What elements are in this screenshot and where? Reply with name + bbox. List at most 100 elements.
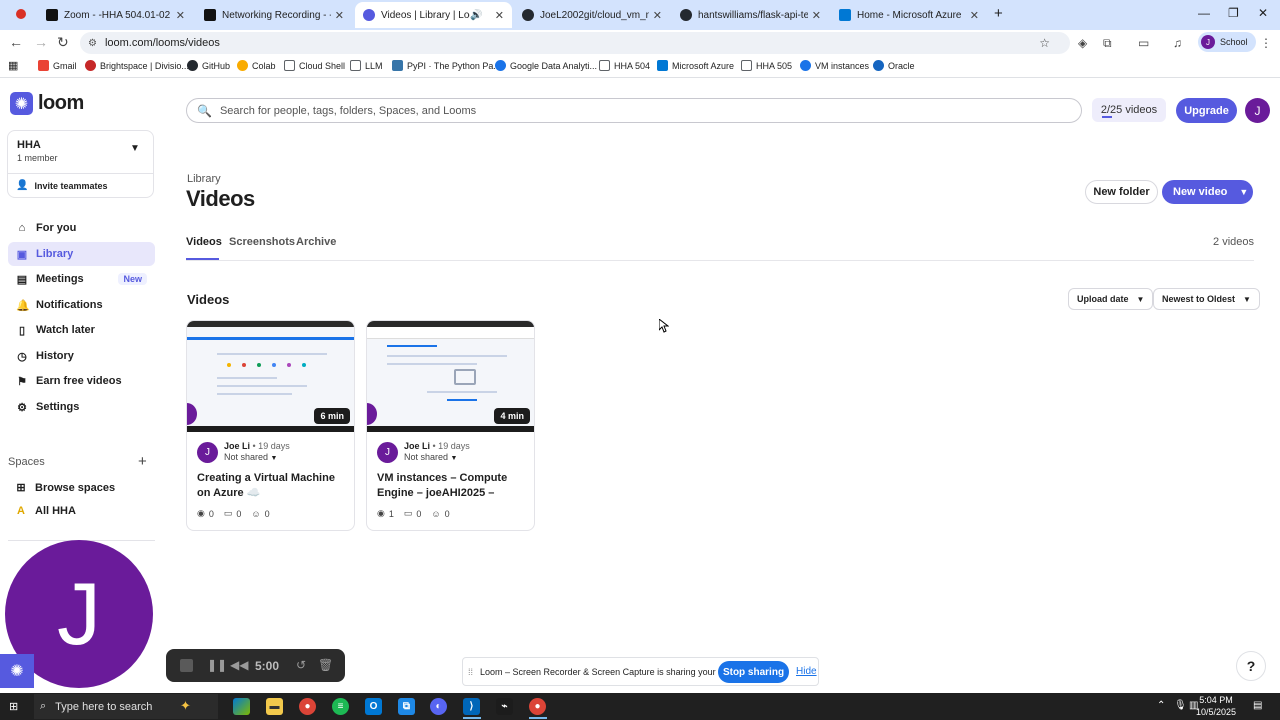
chevron-down-icon[interactable]: ▼ <box>130 143 140 154</box>
add-space-icon[interactable]: + <box>138 453 147 470</box>
spotify-icon[interactable]: ≡ <box>332 698 349 715</box>
hide-link[interactable]: Hide <box>796 666 817 677</box>
kebab-menu-icon[interactable]: ⋮ <box>1260 36 1272 50</box>
rewind-icon[interactable]: ◀◀ <box>230 658 248 672</box>
workspace-switcher[interactable]: HHA 1 member ▼ 👤 Invite teammates <box>7 130 154 198</box>
video-thumbnail[interactable]: 6 min <box>187 321 354 432</box>
tab-videos[interactable]: Videos <box>186 236 222 248</box>
sort-order-dropdown[interactable]: Newest to Oldest ▼ <box>1153 288 1260 310</box>
invite-teammates-button[interactable]: 👤 Invite teammates <box>16 180 108 191</box>
bookmark-hha505[interactable]: HHA 505 <box>741 60 792 71</box>
tab-azure-home[interactable]: Home - Microsoft Azure ✕ <box>831 2 987 28</box>
outlook-icon[interactable]: O <box>365 698 382 715</box>
sharing-status-dropdown[interactable]: Not shared ▼ <box>224 452 290 464</box>
avatar[interactable]: J <box>197 442 218 463</box>
sidebar-item-notifications[interactable]: 🔔 Notifications <box>8 293 155 317</box>
video-title[interactable]: VM instances – Compute Engine – joeAHI20… <box>377 471 529 501</box>
speaker-icon[interactable]: 🔊 <box>470 10 482 21</box>
sidebar-item-library[interactable]: ▣ Library <box>8 242 155 266</box>
tab-github-cloud-vm[interactable]: JoeL2002git/cloud_vm_network ✕ <box>514 2 670 28</box>
site-info-icon[interactable]: ⚙ <box>88 38 97 49</box>
stop-sharing-button[interactable]: Stop sharing <box>718 661 789 683</box>
minimize-icon[interactable]: — <box>1198 6 1210 20</box>
back-icon[interactable]: ← <box>9 34 23 50</box>
media-control-icon[interactable]: ♫ <box>1173 36 1182 50</box>
bookmark-colab[interactable]: Colab <box>237 60 276 71</box>
bookmark-pypi[interactable]: PyPI · The Python Pa... <box>392 60 501 71</box>
cast-icon[interactable]: ▭ <box>1138 36 1149 50</box>
reload-icon[interactable]: ↻ <box>57 34 69 51</box>
restore-icon[interactable]: ❐ <box>1228 6 1239 20</box>
restart-icon[interactable]: ↺ <box>296 658 306 672</box>
tab-loom-videos[interactable]: Videos | Library | Loom 🔊 ✕ <box>355 2 512 28</box>
terminal-icon[interactable]: ⌁ <box>496 698 513 715</box>
sidebar-item-earn-free-videos[interactable]: ⚑ Earn free videos <box>8 369 155 393</box>
bookmark-google-data-analytics[interactable]: Google Data Analyti... <box>495 60 597 71</box>
video-thumbnail[interactable]: 4 min <box>367 321 534 432</box>
omnibox[interactable]: ⚙ loom.com/looms/videos ☆ <box>80 32 1070 54</box>
video-card[interactable]: 6 min J Joe Li • 19 days Not shared ▼ Cr… <box>186 320 355 531</box>
help-button[interactable]: ? <box>1236 651 1266 681</box>
chrome-profile-icon[interactable]: ● <box>529 698 546 715</box>
sidebar-item-watch-later[interactable]: ▯ Watch later <box>8 318 155 342</box>
close-icon[interactable]: ✕ <box>812 9 821 22</box>
sidebar-item-for-you[interactable]: ⌂ For you <box>8 216 155 240</box>
video-card[interactable]: 4 min J Joe Li • 19 days Not shared ▼ VM… <box>366 320 535 531</box>
bookmark-hha504[interactable]: HHA 504 <box>599 60 650 71</box>
sparkle-icon[interactable]: ✦ <box>180 698 191 714</box>
sidebar-item-meetings[interactable]: ▤ Meetings New <box>8 267 155 291</box>
bookmark-oracle[interactable]: Oracle <box>873 60 915 71</box>
loom-logo[interactable]: ✺ loom <box>10 92 84 115</box>
bookmark-llm[interactable]: LLM <box>350 60 383 71</box>
windows-start-icon[interactable]: ⊞ <box>9 700 18 713</box>
tab-networking-recording[interactable]: Networking Recording - -HHA ✕ <box>196 2 352 28</box>
new-folder-button[interactable]: New folder <box>1085 180 1158 204</box>
extensions-puzzle-icon[interactable]: ⧉ <box>1103 36 1112 51</box>
video-quota-pill[interactable]: 2/25 videos <box>1092 98 1166 122</box>
microphone-icon[interactable]: 🎙 <box>1174 700 1187 711</box>
tab-archive[interactable]: Archive <box>296 236 336 248</box>
search-bar[interactable]: 🔍 <box>186 98 1082 123</box>
bookmark-gmail[interactable]: Gmail <box>38 60 77 71</box>
stop-recording-button[interactable] <box>180 659 193 672</box>
close-window-icon[interactable]: ✕ <box>1258 6 1268 20</box>
close-icon[interactable]: ✕ <box>970 9 979 22</box>
edge-copilot-icon[interactable] <box>233 698 250 715</box>
sidebar-item-history[interactable]: ◷ History <box>8 344 155 368</box>
bookmark-cloud-shell[interactable]: Cloud Shell <box>284 60 345 71</box>
video-title[interactable]: Creating a Virtual Machine on Azure ☁️ <box>197 471 349 501</box>
close-icon[interactable]: ✕ <box>495 9 504 22</box>
avatar[interactable]: J <box>377 442 398 463</box>
taskbar-clock[interactable]: 5:04 PM 10/5/2025 <box>1196 694 1236 718</box>
chrome-icon[interactable]: ● <box>299 698 316 715</box>
discord-icon[interactable]: ◐ <box>430 698 447 715</box>
pause-icon[interactable]: ❚❚ <box>207 658 227 672</box>
breadcrumb[interactable]: Library <box>187 173 221 185</box>
tray-chevron-icon[interactable]: ⌃ <box>1157 700 1165 711</box>
trash-icon[interactable]: 🗑 <box>318 658 333 672</box>
apps-grid-icon[interactable]: ▦ <box>8 59 18 72</box>
upgrade-button[interactable]: Upgrade <box>1176 98 1237 123</box>
sidebar-item-browse-spaces[interactable]: ⊞ Browse spaces <box>14 481 115 495</box>
sort-field-dropdown[interactable]: Upload date ▼ <box>1068 288 1154 310</box>
bookmark-microsoft-azure[interactable]: Microsoft Azure <box>657 60 734 71</box>
browser-profile-button[interactable]: J School <box>1198 32 1256 52</box>
bookmark-github[interactable]: GitHub <box>187 60 230 71</box>
bookmark-brightspace[interactable]: Brightspace | Divisio... <box>85 60 189 71</box>
sharing-status-dropdown[interactable]: Not shared ▼ <box>404 452 470 464</box>
sidebar-item-all-hha[interactable]: A All HHA <box>14 505 76 517</box>
forward-icon[interactable]: → <box>34 34 48 50</box>
search-input[interactable] <box>219 104 1081 117</box>
notifications-icon[interactable]: ▤ <box>1253 700 1262 711</box>
bookmark-vm-instances[interactable]: VM instances <box>800 60 869 71</box>
extension-badge-icon[interactable]: ◈ <box>1078 36 1087 50</box>
store-icon[interactable]: ⧉ <box>398 698 415 715</box>
close-icon[interactable]: ✕ <box>176 9 185 22</box>
user-avatar[interactable]: J <box>1245 98 1270 123</box>
vscode-icon[interactable]: ⟩ <box>463 698 480 715</box>
sidebar-item-settings[interactable]: ⚙ Settings <box>8 395 155 419</box>
bookmark-star-icon[interactable]: ☆ <box>1039 36 1050 50</box>
tab-zoom[interactable]: Zoom - -HHA 504.01-02 Cloud ✕ <box>38 2 193 28</box>
loom-recorder-icon[interactable]: ✺ <box>0 654 34 688</box>
file-explorer-icon[interactable]: ▬ <box>266 698 283 715</box>
